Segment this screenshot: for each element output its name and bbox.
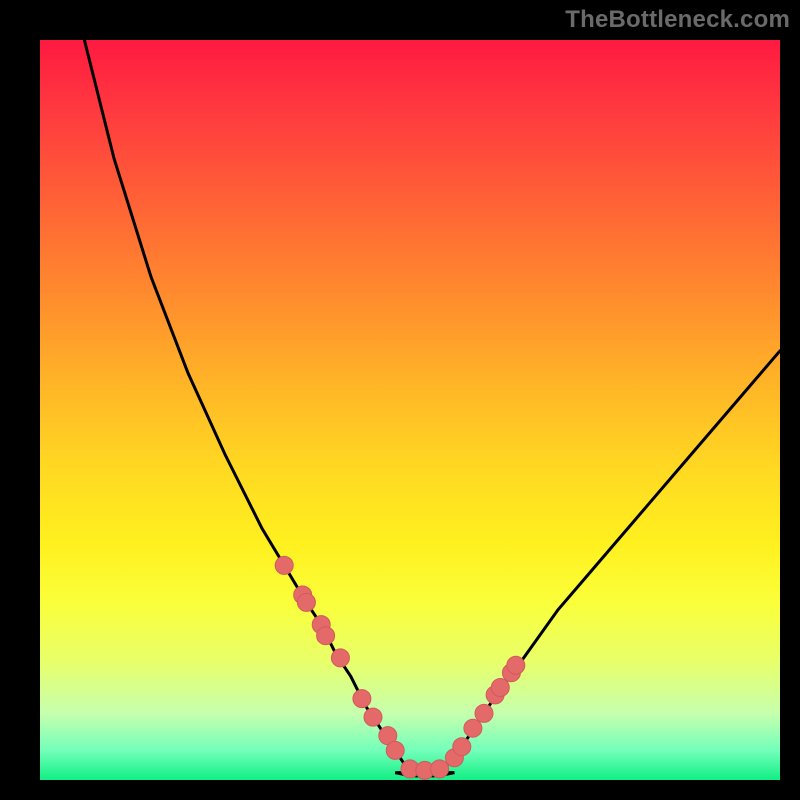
marker-dot <box>297 593 315 611</box>
marker-dot <box>491 679 509 697</box>
marker-dot <box>475 704 493 722</box>
chart-svg <box>40 40 780 780</box>
marker-dots <box>275 556 525 779</box>
watermark-text: TheBottleneck.com <box>565 6 790 34</box>
marker-dot <box>464 719 482 737</box>
marker-dot <box>353 690 371 708</box>
marker-dot <box>507 656 525 674</box>
marker-dot <box>453 738 471 756</box>
marker-dot <box>386 741 404 759</box>
marker-dot <box>317 627 335 645</box>
chart-frame: TheBottleneck.com <box>0 0 800 800</box>
marker-dot <box>275 556 293 574</box>
curve-path <box>84 40 780 776</box>
marker-dot <box>364 708 382 726</box>
bottleneck-curve <box>84 40 780 776</box>
marker-dot <box>431 760 449 778</box>
marker-dot <box>331 649 349 667</box>
